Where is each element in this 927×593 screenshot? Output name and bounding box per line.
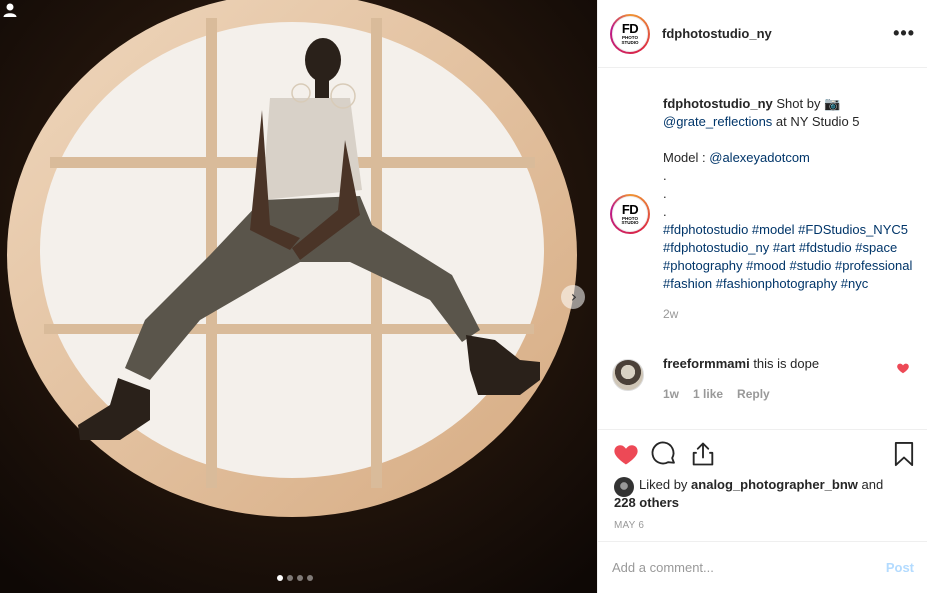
reply-button[interactable]: Reply [737, 387, 770, 401]
save-bookmark-icon[interactable] [890, 440, 918, 468]
comment-heart-icon[interactable] [896, 361, 910, 375]
liker-avatar[interactable] [614, 477, 634, 497]
caption: FD PHOTO STUDIO fdphotostudio_ny Shot by… [610, 95, 920, 323]
hashtags[interactable]: #fdphotostudio #model #FDStudios_NYC5 #f… [663, 222, 912, 291]
photo-illustration [0, 0, 597, 593]
header-username[interactable]: fdphotostudio_ny [662, 26, 772, 41]
chevron-right-icon: › [570, 287, 578, 306]
post-comment-button[interactable]: Post [886, 560, 914, 575]
caption-avatar[interactable]: FD PHOTO STUDIO [610, 194, 650, 234]
post-header: FD PHOTO STUDIO fdphotostudio_ny ••• [598, 0, 927, 68]
post-date[interactable]: MAY 6 [614, 520, 644, 531]
carousel-dot [307, 575, 313, 581]
caption-username[interactable]: fdphotostudio_ny [663, 96, 773, 111]
likes-count-link[interactable]: 228 others [614, 495, 679, 510]
likes-summary: Liked by analog_photographer_bnw and 228… [614, 477, 884, 510]
add-comment-bar: Post [598, 541, 927, 593]
user-tag-icon[interactable] [0, 0, 20, 20]
comment-text: this is dope [749, 356, 820, 371]
comment-likes[interactable]: 1 like [693, 387, 723, 401]
like-heart-icon[interactable] [612, 440, 640, 468]
comment-icon[interactable] [650, 440, 678, 468]
comments-section: FD PHOTO STUDIO fdphotostudio_ny Shot by… [598, 69, 927, 429]
more-options-icon[interactable]: ••• [893, 24, 915, 42]
profile-avatar[interactable]: FD PHOTO STUDIO [610, 13, 650, 54]
carousel-dots [277, 575, 313, 581]
carousel-next-button[interactable]: › [561, 285, 585, 309]
post-actions: Liked by analog_photographer_bnw and 228… [598, 429, 927, 541]
post-panel: FD PHOTO STUDIO fdphotostudio_ny ••• FD … [597, 0, 927, 593]
caption-time[interactable]: 2w [663, 305, 920, 323]
comment-time[interactable]: 1w [663, 387, 679, 401]
comment-item: freeformmami this is dope 1w 1 like Reply [610, 355, 920, 403]
comment-input[interactable] [612, 560, 886, 575]
share-icon[interactable] [689, 440, 717, 468]
carousel-dot [287, 575, 293, 581]
logo-text: FD [621, 21, 639, 36]
commenter-avatar[interactable] [612, 359, 644, 391]
carousel-dot [297, 575, 303, 581]
carousel-dot [277, 575, 283, 581]
comment-username[interactable]: freeformmami [663, 356, 750, 371]
logo-subtext: PHOTO STUDIO [621, 35, 639, 45]
post-image[interactable]: › [0, 0, 597, 593]
liker-username[interactable]: analog_photographer_bnw [691, 477, 858, 492]
mention-link[interactable]: @grate_reflections [663, 114, 772, 129]
mention-link[interactable]: @alexeyadotcom [709, 150, 810, 165]
caption-text: fdphotostudio_ny Shot by 📷 @grate_reflec… [663, 95, 920, 323]
